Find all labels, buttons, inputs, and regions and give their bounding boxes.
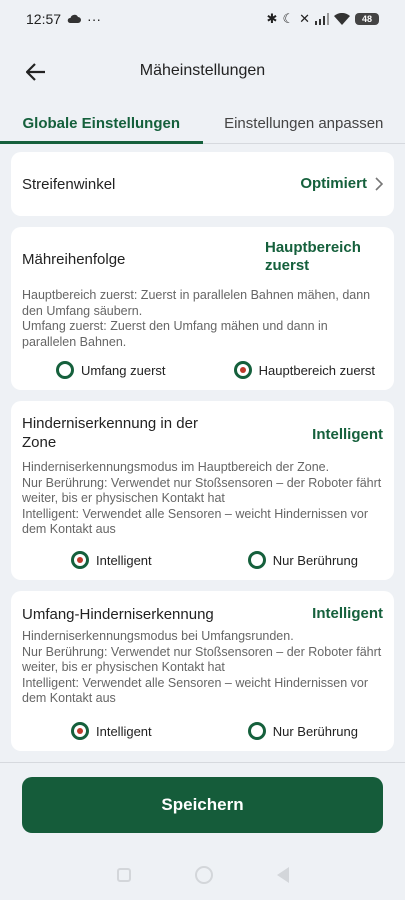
radio-selected-icon bbox=[71, 551, 89, 569]
wifi-icon bbox=[334, 13, 350, 25]
description-line: Nur Berührung: Verwendet nur Stoßsensore… bbox=[22, 644, 382, 675]
status-time: 12:57 bbox=[26, 11, 62, 27]
system-nav-bar bbox=[0, 850, 405, 900]
zone-obstacle-card: Hinderniserkennung in der Zone Intellige… bbox=[11, 401, 394, 580]
zone-obstacle-options: Intelligent Nur Berührung bbox=[11, 551, 394, 569]
cloud-icon bbox=[67, 14, 82, 23]
option-touch-only[interactable]: Nur Berührung bbox=[247, 722, 358, 740]
description-line: Hauptbereich zuerst: Zuerst in parallele… bbox=[22, 288, 371, 318]
home-icon[interactable] bbox=[194, 866, 213, 884]
perimeter-obstacle-title: Umfang-Hinderniserkennung bbox=[22, 606, 214, 623]
zone-obstacle-description: Hinderniserkennungsmodus im Hauptbereich… bbox=[22, 460, 383, 538]
option-main-area-first[interactable]: Hauptbereich zuerst bbox=[233, 361, 375, 379]
option-intelligent[interactable]: Intelligent bbox=[71, 722, 152, 740]
tab-bar: Globale Einstellungen Einstellungen anpa… bbox=[0, 104, 405, 144]
option-label: Intelligent bbox=[96, 552, 152, 568]
signal-icon bbox=[315, 13, 329, 25]
stripe-angle-label: Streifenwinkel bbox=[22, 175, 116, 193]
option-intelligent[interactable]: Intelligent bbox=[71, 551, 152, 569]
description-line: Hinderniserkennungsmodus im Hauptbereich… bbox=[22, 460, 330, 474]
option-perimeter-first[interactable]: Umfang zuerst bbox=[56, 361, 166, 379]
option-label: Nur Berührung bbox=[272, 552, 358, 568]
perimeter-obstacle-options: Intelligent Nur Berührung bbox=[11, 722, 394, 740]
zone-obstacle-value: Intelligent bbox=[312, 426, 383, 443]
mow-order-value: Hauptbereich zuerst bbox=[265, 239, 361, 274]
perimeter-obstacle-card: Umfang-Hinderniserkennung Intelligent Hi… bbox=[11, 591, 394, 751]
mow-order-title: Mähreihenfolge bbox=[22, 251, 126, 268]
option-label: Hauptbereich zuerst bbox=[258, 362, 375, 378]
stripe-angle-card[interactable]: Streifenwinkel Optimiert bbox=[11, 152, 394, 216]
description-line: Umfang zuerst: Zuerst den Umfang mähen u… bbox=[22, 319, 328, 349]
back-nav-icon[interactable] bbox=[276, 867, 289, 883]
save-button[interactable]: Speichern bbox=[22, 777, 383, 833]
option-touch-only[interactable]: Nur Berührung bbox=[247, 551, 358, 569]
radio-selected-icon bbox=[233, 361, 252, 379]
mute-icon: ✕ bbox=[299, 11, 310, 26]
zone-obstacle-title: Hinderniserkennung in der Zone bbox=[22, 415, 198, 451]
description-line: Intelligent: Verwendet alle Sensoren – w… bbox=[22, 506, 369, 537]
back-button[interactable] bbox=[22, 58, 50, 86]
radio-icon bbox=[56, 361, 74, 379]
arrow-left-icon bbox=[26, 63, 45, 81]
status-right: ✱ ☾ ✕ 48 bbox=[267, 11, 379, 27]
option-label: Intelligent bbox=[96, 723, 152, 739]
moon-icon: ☾ bbox=[282, 11, 295, 26]
radio-icon bbox=[247, 722, 266, 740]
mow-order-card: Mähreihenfolge Hauptbereich zuerst Haupt… bbox=[11, 227, 394, 390]
status-bar: 12:57 ··· ✱ ☾ ✕ 48 bbox=[0, 0, 405, 38]
mow-order-description: Hauptbereich zuerst: Zuerst in parallele… bbox=[22, 288, 383, 350]
app-header: Mäheinstellungen bbox=[0, 38, 405, 104]
description-line: Hinderniserkennungsmodus bei Umfangsrund… bbox=[22, 629, 294, 643]
option-label: Umfang zuerst bbox=[81, 362, 166, 378]
bluetooth-icon: ✱ bbox=[266, 11, 278, 26]
description-line: Intelligent: Verwendet alle Sensoren – w… bbox=[22, 675, 369, 706]
radio-selected-icon bbox=[71, 722, 89, 740]
tab-global-settings[interactable]: Globale Einstellungen bbox=[0, 104, 203, 144]
battery-icon: 48 bbox=[355, 13, 379, 25]
perimeter-obstacle-value: Intelligent bbox=[312, 605, 383, 622]
description-line: Nur Berührung: Verwendet nur Stoßsensore… bbox=[22, 475, 382, 506]
chevron-right-icon bbox=[375, 177, 383, 191]
page-title: Mäheinstellungen bbox=[139, 62, 266, 79]
status-left: 12:57 ··· bbox=[26, 11, 101, 27]
mow-order-options: Umfang zuerst Hauptbereich zuerst bbox=[11, 361, 394, 379]
recents-icon[interactable] bbox=[116, 868, 131, 882]
option-label: Nur Berührung bbox=[272, 723, 358, 739]
tab-custom-settings[interactable]: Einstellungen anpassen bbox=[203, 104, 405, 143]
perimeter-obstacle-description: Hinderniserkennungsmodus bei Umfangsrund… bbox=[22, 629, 383, 707]
stripe-angle-value: Optimiert bbox=[300, 175, 367, 192]
radio-icon bbox=[247, 551, 266, 569]
more-notifications-icon: ··· bbox=[87, 11, 102, 27]
